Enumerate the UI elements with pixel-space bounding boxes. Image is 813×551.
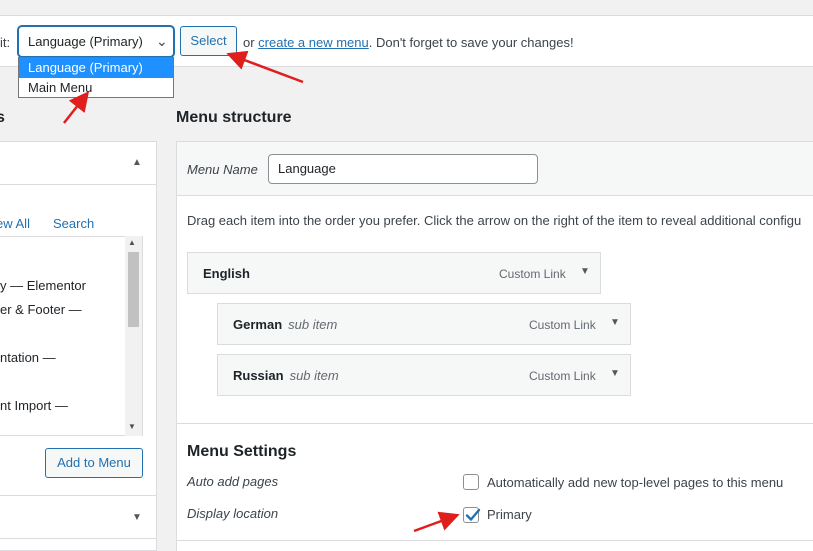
primary-location-checkbox[interactable] bbox=[463, 507, 481, 523]
panel-divider bbox=[0, 495, 157, 496]
settings-bottom-divider bbox=[177, 540, 813, 541]
menu-item-title: English bbox=[203, 266, 250, 281]
settings-divider bbox=[177, 423, 813, 424]
list-item[interactable]: nt Import — bbox=[0, 398, 68, 413]
menu-settings-heading: Menu Settings bbox=[187, 443, 297, 460]
menu-item-title: German sub item bbox=[233, 317, 337, 332]
scroll-down-icon[interactable]: ▼ bbox=[128, 422, 136, 431]
menu-name-label: Menu Name bbox=[187, 162, 258, 177]
edit-menu-label: it: bbox=[0, 35, 11, 50]
menu-item-label: German bbox=[233, 317, 283, 332]
menu-item-label: English bbox=[203, 266, 250, 281]
sub-item-label: sub item bbox=[288, 317, 338, 332]
scroll-up-icon[interactable]: ▲ bbox=[128, 238, 136, 247]
select-button[interactable]: Select bbox=[180, 26, 237, 56]
save-reminder: . Don't forget to save your changes! bbox=[368, 35, 574, 50]
list-item[interactable]: y — Elementor bbox=[0, 278, 86, 293]
primary-location-text: Primary bbox=[487, 507, 532, 522]
create-new-menu-link[interactable]: create a new menu bbox=[258, 35, 369, 50]
menu-item-type: Custom Link bbox=[499, 267, 566, 281]
list-item[interactable]: ntation — bbox=[0, 350, 56, 365]
auto-add-label: Auto add pages bbox=[187, 474, 279, 489]
menu-item-label: Russian bbox=[233, 368, 284, 383]
or-prefix: or bbox=[243, 35, 259, 50]
auto-add-text: Automatically add new top-level pages to… bbox=[487, 475, 784, 490]
menu-select-value: Language (Primary) bbox=[28, 34, 143, 49]
expand-arrow-icon[interactable]: ▼ bbox=[610, 317, 620, 328]
collapse-up-icon[interactable]: ▲ bbox=[132, 157, 142, 168]
option-language-primary[interactable]: Language (Primary) bbox=[19, 58, 173, 78]
display-location-label: Display location bbox=[187, 506, 279, 521]
panel-divider bbox=[0, 538, 157, 539]
menu-name-field[interactable]: Language bbox=[268, 154, 538, 184]
chevron-down-icon: ⌄ bbox=[156, 33, 168, 49]
menu-item-title: Russian sub item bbox=[233, 368, 339, 383]
menu-select-dropdown[interactable]: Language (Primary) ⌄ bbox=[18, 26, 174, 57]
auto-add-checkbox[interactable] bbox=[463, 474, 479, 490]
menu-structure-heading: Menu structure bbox=[176, 109, 292, 126]
pages-checklist: y — Elementor er & Footer — ntation — nt… bbox=[0, 236, 143, 436]
expand-arrow-icon[interactable]: ▼ bbox=[610, 368, 620, 379]
arrow-to-main-menu bbox=[63, 91, 90, 124]
menu-item-german[interactable]: German sub item Custom Link ▼ bbox=[217, 303, 631, 345]
expand-arrow-icon[interactable]: ▼ bbox=[580, 266, 590, 277]
add-menu-items-heading: s bbox=[0, 109, 5, 126]
menu-item-russian[interactable]: Russian sub item Custom Link ▼ bbox=[217, 354, 631, 396]
option-main-menu[interactable]: Main Menu bbox=[19, 78, 173, 98]
create-menu-text: or create a new menu. Don't forget to sa… bbox=[243, 35, 574, 50]
checkmark-icon bbox=[465, 508, 481, 521]
drag-instructions: Drag each item into the order you prefer… bbox=[187, 213, 802, 228]
list-item[interactable]: er & Footer — bbox=[0, 302, 82, 317]
menu-item-type: Custom Link bbox=[529, 369, 596, 383]
menu-select-options: Language (Primary) Main Menu bbox=[18, 57, 174, 98]
scrollbar-thumb[interactable] bbox=[128, 252, 139, 327]
top-strip bbox=[0, 0, 813, 16]
tab-view-all[interactable]: ew All bbox=[0, 216, 30, 231]
menu-item-english[interactable]: English Custom Link ▼ bbox=[187, 252, 601, 294]
tab-search[interactable]: Search bbox=[53, 216, 94, 231]
add-to-menu-button[interactable]: Add to Menu bbox=[45, 448, 143, 478]
menu-item-type: Custom Link bbox=[529, 318, 596, 332]
expand-down-icon[interactable]: ▼ bbox=[132, 512, 142, 523]
sub-item-label: sub item bbox=[289, 368, 339, 383]
